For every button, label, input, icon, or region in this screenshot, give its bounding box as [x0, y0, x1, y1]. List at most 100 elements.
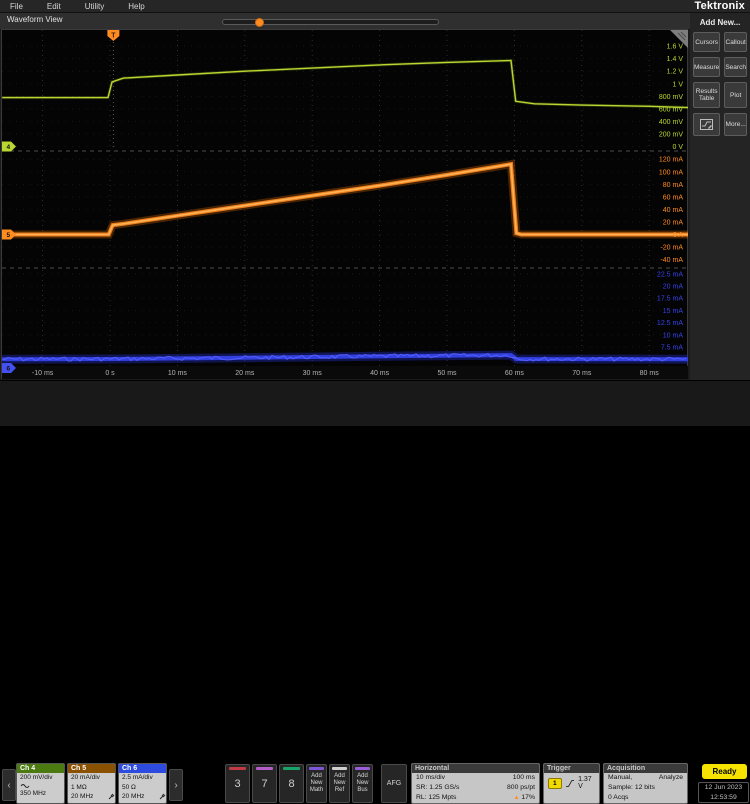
trigger-title: Trigger: [544, 764, 599, 773]
add-new-ref-button[interactable]: Add New Ref: [329, 764, 350, 803]
waveform-view-title: Waveform View: [7, 15, 63, 24]
channel-badge-ch6[interactable]: Ch 6 2.5 mA/div 50 Ω 20 MHz: [118, 763, 167, 804]
ready-status-badge[interactable]: Ready: [702, 764, 747, 779]
channel-color-strip: [256, 767, 273, 770]
time-tick-label: 0 s: [105, 370, 115, 377]
time-tick-label: 10 ms: [168, 370, 188, 377]
plot-button[interactable]: Plot: [724, 82, 747, 108]
channel-bandwidth: 20 MHz: [119, 792, 166, 802]
axis-label: 22.5 mA: [657, 271, 683, 278]
axis-label: 60 mA: [663, 194, 684, 201]
waveform-canvas[interactable]: 1.6 V1.4 V1.2 V1 V800 mV600 mV400 mV200 …: [2, 30, 688, 379]
search-button[interactable]: Search: [724, 57, 747, 77]
pan-scrollbar-handle[interactable]: [255, 18, 264, 27]
trace-ch5-glow: [2, 164, 688, 234]
trace-ch5-core: [2, 164, 688, 234]
scroll-right-button[interactable]: ›: [169, 769, 183, 801]
menu-utility[interactable]: Utility: [85, 2, 105, 11]
results-table-button[interactable]: Results Table: [693, 82, 720, 108]
channel-color-strip: [283, 767, 300, 770]
channel-color-strip: [229, 767, 246, 770]
axis-label: 800 mV: [659, 94, 683, 101]
trigger-position: ▲17%: [513, 793, 535, 803]
tektronix-logo: Tektronix: [695, 0, 746, 12]
channel-scale: 200 mV/div: [17, 773, 64, 783]
callout-button[interactable]: Callout: [724, 32, 747, 52]
sidebar-button-grid: Cursors Callout Measure Search Results T…: [693, 32, 747, 136]
time-tick-label: -10 ms: [32, 370, 54, 377]
horizontal-panel[interactable]: Horizontal 10 ms/div100 ms SR: 1.25 GS/s…: [411, 763, 540, 804]
axis-label: 0 A: [673, 232, 683, 239]
position-marker-icon: ▲: [513, 795, 519, 801]
axis-label: 12.5 mA: [657, 320, 683, 327]
menu-bar: File Edit Utility Help Tektronix: [0, 0, 750, 13]
time-tick-label: 50 ms: [437, 370, 457, 377]
rising-edge-icon: [566, 779, 574, 788]
acquisition-sample: Sample: 12 bits: [608, 783, 655, 793]
channel-termination: 1 MΩ: [68, 783, 115, 793]
axis-label: 0 V: [672, 144, 683, 151]
add-new-sidebar: Add New... Cursors Callout Measure Searc…: [690, 13, 750, 380]
oscilloscope-app: File Edit Utility Help Tektronix Wavefor…: [0, 0, 750, 425]
channel-badge-ch5[interactable]: Ch 5 20 mA/div 1 MΩ 20 MHz: [67, 763, 116, 804]
pan-scrollbar[interactable]: [222, 19, 439, 25]
acquisition-panel[interactable]: Acquisition Manual,Analyze Sample: 12 bi…: [603, 763, 688, 804]
time-tick-label: 30 ms: [303, 370, 323, 377]
menu-edit[interactable]: Edit: [47, 2, 61, 11]
channel-scale: 20 mA/div: [68, 773, 115, 783]
bus-color-strip: [355, 767, 370, 770]
acquisition-count: 0 Acqs: [608, 793, 628, 803]
axis-label: 40 mA: [663, 207, 684, 214]
more-button[interactable]: More...: [724, 113, 747, 136]
measure-button[interactable]: Measure: [693, 57, 720, 77]
trigger-source-badge: 1: [548, 778, 562, 789]
channel-8-button[interactable]: 8: [279, 764, 304, 803]
axis-label: 100 mA: [659, 169, 683, 176]
channel-number: 3: [226, 778, 249, 790]
time-tick-label: 70 ms: [572, 370, 592, 377]
add-new-bus-button[interactable]: Add New Bus: [352, 764, 373, 803]
menu-help[interactable]: Help: [128, 2, 144, 11]
probe-icon: [108, 793, 115, 800]
date-time-box: 12 Jun 2023 12:53:59: [698, 782, 749, 803]
ref-color-strip: [332, 767, 347, 770]
axis-label: 600 mV: [659, 106, 683, 113]
channel-bandwidth: 350 MHz: [17, 789, 64, 799]
channel-number: 8: [280, 778, 303, 790]
add-new-title: Add New...: [693, 18, 747, 27]
waveform-plot-area[interactable]: 1.6 V1.4 V1.2 V1 V800 mV600 mV400 mV200 …: [1, 29, 688, 379]
axis-label: 80 mA: [663, 182, 684, 189]
record-length: RL: 125 Mpts: [416, 793, 456, 803]
trigger-level: 1.37 V: [578, 776, 595, 790]
channel-7-button[interactable]: 7: [252, 764, 277, 803]
scroll-left-button[interactable]: ‹: [2, 769, 16, 801]
math-color-strip: [309, 767, 324, 770]
axis-label: 15 mA: [663, 308, 684, 315]
time-tick-label: 80 ms: [640, 370, 660, 377]
acquisition-mode: Manual,: [608, 773, 632, 783]
horizontal-title: Horizontal: [412, 764, 539, 773]
trigger-panel[interactable]: Trigger 1 1.37 V: [543, 763, 600, 804]
trace-ch5[interactable]: [2, 164, 688, 234]
channel-3-button[interactable]: 3: [225, 764, 250, 803]
channel-badge-ch4[interactable]: Ch 4 200 mV/div 350 MHz: [16, 763, 65, 804]
afg-button[interactable]: AFG: [381, 764, 407, 803]
axis-label: 17.5 mA: [657, 296, 683, 303]
axis-label: 20 mA: [663, 284, 684, 291]
channel-termination: 50 Ω: [119, 783, 166, 793]
horizontal-window: 100 ms: [513, 773, 535, 783]
channel-ref-number: 5: [7, 232, 11, 239]
add-new-math-button[interactable]: Add New Math: [306, 764, 327, 803]
date-label: 12 Jun 2023: [699, 783, 748, 793]
cursors-button[interactable]: Cursors: [693, 32, 720, 52]
channel-name: Ch 5: [68, 764, 115, 773]
trigger-marker-letter: T: [111, 33, 116, 40]
waveform-view-header: Waveform View: [0, 13, 690, 30]
mask-editor-button[interactable]: [693, 113, 720, 136]
add-new-math-label: Add New Math: [307, 773, 326, 794]
time-tick-label: 40 ms: [370, 370, 390, 377]
add-new-bus-label: Add New Bus: [353, 773, 372, 794]
axis-label: 10 mA: [663, 332, 684, 339]
menu-file[interactable]: File: [10, 2, 23, 11]
axis-label: 7.5 mA: [661, 345, 684, 352]
